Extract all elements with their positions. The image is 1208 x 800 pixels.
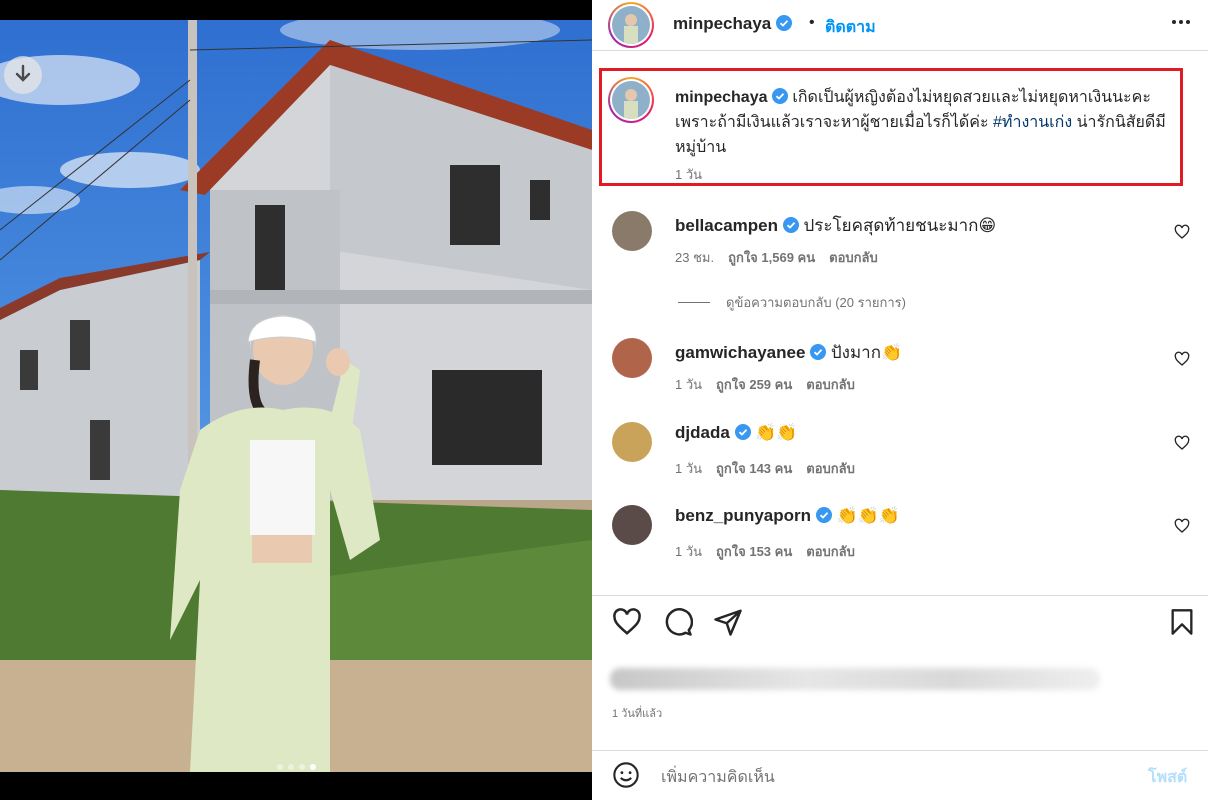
like-heart-icon[interactable] xyxy=(612,607,642,637)
more-options-icon[interactable] xyxy=(1170,11,1192,39)
comment-avatar[interactable] xyxy=(612,422,652,462)
comment-avatar[interactable] xyxy=(612,505,652,545)
like-comment-icon[interactable] xyxy=(1174,518,1190,534)
comment-username[interactable]: benz_punyaporn xyxy=(675,506,811,525)
reply-button[interactable]: ตอบกลับ xyxy=(806,377,855,392)
emoji-icon[interactable] xyxy=(612,761,640,789)
verified-badge-icon xyxy=(810,344,827,360)
comment-time[interactable]: 1 วัน xyxy=(675,544,702,559)
comment-time[interactable]: 1 วัน xyxy=(675,377,702,392)
comment-item: djdada 👏👏 1 วัน ถูกใจ 143 คน ตอบกลับ xyxy=(592,422,1208,482)
save-bookmark-icon[interactable] xyxy=(1168,607,1196,637)
caption-text: minpechaya เกิดเป็นผู้หญิงต้องไม่หยุดสวย… xyxy=(675,85,1175,160)
carousel-dot[interactable] xyxy=(287,764,294,770)
caption-hashtag[interactable]: #ทำงานเก่ง xyxy=(993,114,1072,131)
verified-badge-icon xyxy=(776,15,792,31)
carousel-dot[interactable] xyxy=(298,764,305,770)
comment-time[interactable]: 1 วัน xyxy=(675,461,702,476)
like-comment-icon[interactable] xyxy=(1174,435,1190,451)
comment-likes[interactable]: ถูกใจ 259 คน xyxy=(716,377,792,392)
header-divider xyxy=(592,50,1208,51)
post-photo-pane xyxy=(0,0,592,800)
comment-item: gamwichayanee ปังมาก👏 1 วัน ถูกใจ 259 คน ต… xyxy=(592,338,1208,398)
avatar-story-ring[interactable] xyxy=(608,2,654,48)
reply-button[interactable]: ตอบกลับ xyxy=(829,250,878,265)
share-send-icon[interactable] xyxy=(713,607,743,637)
reply-button[interactable]: ตอบกลับ xyxy=(806,544,855,559)
comments-divider xyxy=(592,595,1208,596)
comment-text: ปังมาก👏 xyxy=(830,343,903,362)
verified-badge-icon xyxy=(771,88,788,104)
replies-dash xyxy=(678,302,710,303)
verified-badge-icon xyxy=(815,507,832,523)
caption-username[interactable]: minpechaya xyxy=(675,89,767,106)
like-comment-icon[interactable] xyxy=(1174,224,1190,240)
carousel-dot[interactable] xyxy=(276,764,283,770)
comment-username[interactable]: gamwichayanee xyxy=(675,343,805,362)
comment-bubble-icon[interactable] xyxy=(663,607,693,637)
comment-username[interactable]: djdada xyxy=(675,423,730,442)
verified-badge-icon xyxy=(782,217,799,233)
post-date[interactable]: 1 วันที่แล้ว xyxy=(612,704,662,722)
comment-likes[interactable]: ถูกใจ 1,569 คน xyxy=(728,250,815,265)
carousel-indicator xyxy=(0,764,592,770)
avatar xyxy=(612,81,650,119)
comment-likes[interactable]: ถูกใจ 153 คน xyxy=(716,544,792,559)
caption-avatar-ring[interactable] xyxy=(608,77,654,123)
reply-button[interactable]: ตอบกลับ xyxy=(806,461,855,476)
separator-dot: • xyxy=(809,14,815,31)
post-header: minpechaya • ติดตาม xyxy=(592,0,1208,50)
caption-timestamp[interactable]: 1 วัน xyxy=(675,164,702,185)
comment-time[interactable]: 23 ชม. xyxy=(675,250,714,265)
username-text[interactable]: minpechaya xyxy=(673,14,771,33)
post-photo[interactable] xyxy=(0,20,592,772)
liked-by-blurred xyxy=(610,668,1100,690)
photo-scene xyxy=(0,20,592,772)
add-comment-bar: เพิ่มความคิดเห็น โพสต์ xyxy=(592,750,1208,800)
comment-item: benz_punyaporn 👏👏👏 1 วัน ถูกใจ 153 คน ตอบก… xyxy=(592,505,1208,565)
verified-badge-icon xyxy=(734,424,751,440)
comment-text: ประโยคสุดท้ายชนะมาก😁 xyxy=(803,216,997,235)
download-icon[interactable] xyxy=(4,56,42,94)
avatar xyxy=(612,6,650,44)
comment-item: bellacampen ประโยคสุดท้ายชนะมาก😁 23 ชม. ถ… xyxy=(592,211,1208,271)
like-comment-icon[interactable] xyxy=(1174,351,1190,367)
comment-avatar[interactable] xyxy=(612,338,652,378)
carousel-dot-active[interactable] xyxy=(309,764,316,770)
comment-likes[interactable]: ถูกใจ 143 คน xyxy=(716,461,792,476)
comment-input[interactable]: เพิ่มความคิดเห็น xyxy=(661,765,775,790)
view-replies-button[interactable]: ดูข้อความตอบกลับ (20 รายการ) xyxy=(678,292,906,313)
caption-highlight: minpechaya เกิดเป็นผู้หญิงต้องไม่หยุดสวย… xyxy=(599,68,1183,186)
post-action-bar xyxy=(592,607,1208,647)
post-comment-button[interactable]: โพสต์ xyxy=(1148,765,1187,790)
follow-button[interactable]: ติดตาม xyxy=(825,15,876,40)
comment-username[interactable]: bellacampen xyxy=(675,216,778,235)
view-replies-label[interactable]: ดูข้อความตอบกลับ (20 รายการ) xyxy=(726,292,906,313)
comment-text: 👏👏 xyxy=(755,423,798,442)
post-username[interactable]: minpechaya xyxy=(673,14,792,34)
comment-avatar[interactable] xyxy=(612,211,652,251)
comment-text: 👏👏👏 xyxy=(836,506,900,525)
post-details-panel: minpechaya • ติดตาม minpechaya เกิดเป็นผ… xyxy=(592,0,1208,800)
